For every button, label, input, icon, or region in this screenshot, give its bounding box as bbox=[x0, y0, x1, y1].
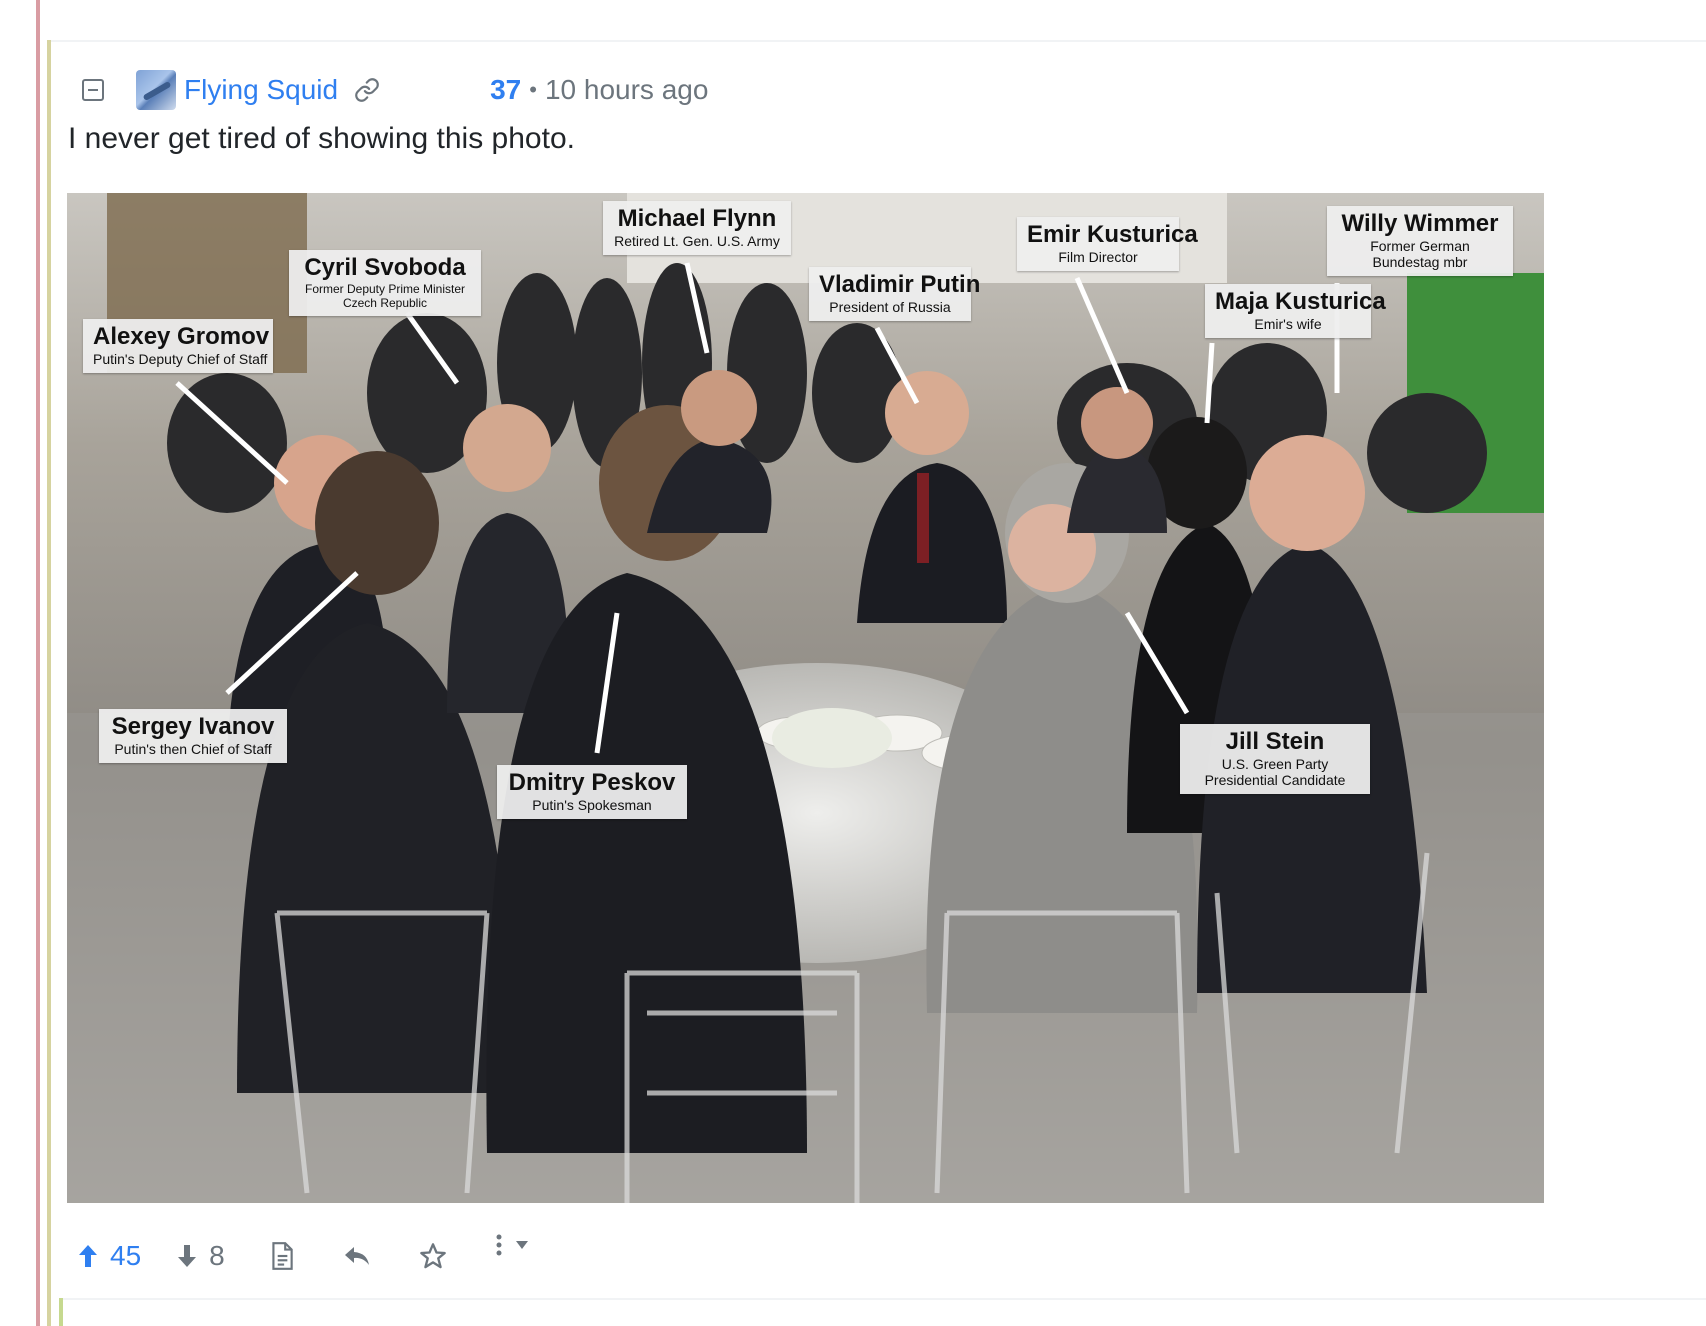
user-avatar[interactable] bbox=[136, 70, 176, 110]
more-vertical-icon bbox=[496, 1234, 502, 1256]
label-name: Alexey Gromov bbox=[93, 323, 270, 350]
star-icon bbox=[419, 1243, 446, 1269]
minus-square-icon[interactable] bbox=[82, 79, 104, 101]
comment-timestamp[interactable]: 10 hours ago bbox=[545, 74, 708, 106]
photo-scene bbox=[67, 193, 1544, 1203]
comment-divider-top bbox=[51, 40, 1706, 42]
photo-label-willy-wimmer: Willy Wimmer Former German Bundestag mbr bbox=[1327, 206, 1513, 276]
label-role: Putin's then Chief of Staff bbox=[114, 741, 272, 757]
author-link[interactable]: Flying Squid bbox=[184, 74, 338, 106]
comment-divider-bottom bbox=[63, 1298, 1706, 1300]
label-role: President of Russia bbox=[829, 299, 951, 315]
comment-score: 37 bbox=[490, 74, 522, 105]
save-button[interactable] bbox=[419, 1242, 447, 1270]
label-name: Vladimir Putin bbox=[819, 271, 981, 298]
downvote-count: 8 bbox=[209, 1240, 225, 1271]
label-role: Putin's Deputy Chief of Staff bbox=[93, 351, 268, 367]
header-separator: • bbox=[529, 77, 537, 102]
label-role: Former German bbox=[1370, 238, 1470, 254]
label-role: Putin's Spokesman bbox=[532, 797, 652, 813]
comment-actions: 45 8 bbox=[76, 1232, 529, 1280]
downvote-button[interactable]: 8 bbox=[175, 1240, 269, 1272]
thread-rail-depth-1[interactable] bbox=[36, 0, 40, 1326]
thread-rail-depth-2[interactable] bbox=[47, 40, 51, 1326]
photo-label-emir-kusturica: Emir Kusturica Film Director bbox=[1017, 217, 1198, 271]
label-name: Jill Stein bbox=[1225, 728, 1325, 755]
label-name: Dmitry Peskov bbox=[508, 769, 676, 796]
upvote-count: 45 bbox=[110, 1240, 142, 1271]
label-name: Cyril Svoboda bbox=[304, 254, 466, 281]
photo-label-cyril-svoboda: Cyril Svoboda Former Deputy Prime Minist… bbox=[289, 250, 481, 316]
photo-label-michael-flynn: Michael Flynn Retired Lt. Gen. U.S. Army bbox=[603, 201, 791, 255]
photo-label-sergey-ivanov: Sergey Ivanov Putin's then Chief of Staf… bbox=[99, 709, 287, 763]
document-icon bbox=[272, 1242, 293, 1270]
label-name: Willy Wimmer bbox=[1341, 210, 1499, 237]
comment-thread-page: Flying Squid 37 • 10 hours ago I never g… bbox=[0, 0, 1706, 1326]
more-options-button[interactable] bbox=[495, 1234, 529, 1256]
caret-down-icon bbox=[515, 1241, 528, 1249]
photo-label-dmitry-peskov: Dmitry Peskov Putin's Spokesman bbox=[497, 765, 687, 819]
comment-body: I never get tired of showing this photo. bbox=[68, 122, 575, 155]
label-role: Film Director bbox=[1058, 249, 1138, 265]
comment-image[interactable]: Michael Flynn Retired Lt. Gen. U.S. Army… bbox=[67, 193, 1544, 1203]
view-source-button[interactable] bbox=[269, 1241, 295, 1271]
upvote-button[interactable]: 45 bbox=[76, 1240, 175, 1272]
photo-label-jill-stein: Jill Stein U.S. Green Party Presidential… bbox=[1180, 724, 1370, 794]
label-name: Maja Kusturica bbox=[1215, 288, 1386, 315]
photo-label-vladimir-putin: Vladimir Putin President of Russia bbox=[809, 267, 981, 321]
comment-header: Flying Squid 37 • 10 hours ago bbox=[82, 68, 708, 112]
label-role: Retired Lt. Gen. U.S. Army bbox=[614, 233, 780, 249]
label-name: Sergey Ivanov bbox=[111, 713, 275, 740]
photo-label-maja-kusturica: Maja Kusturica Emir's wife bbox=[1205, 284, 1386, 338]
label-role-line2: Bundestag mbr bbox=[1372, 254, 1468, 270]
label-role: Former Deputy Prime Minister bbox=[304, 282, 466, 296]
label-name: Emir Kusturica bbox=[1027, 221, 1198, 248]
reply-icon bbox=[344, 1247, 369, 1265]
reply-button[interactable] bbox=[343, 1244, 371, 1268]
label-role-line2: Czech Republic bbox=[342, 296, 428, 310]
photo-label-alexey-gromov: Alexey Gromov Putin's Deputy Chief of St… bbox=[83, 319, 273, 373]
arrow-down-icon bbox=[178, 1245, 197, 1267]
thread-rail-depth-3[interactable] bbox=[59, 1298, 63, 1326]
arrow-up-icon bbox=[79, 1245, 97, 1267]
label-role: Emir's wife bbox=[1254, 316, 1322, 332]
label-role-line2: Presidential Candidate bbox=[1204, 772, 1346, 788]
link-icon[interactable] bbox=[354, 77, 380, 103]
label-name: Michael Flynn bbox=[617, 205, 777, 232]
label-role: U.S. Green Party bbox=[1221, 756, 1329, 772]
